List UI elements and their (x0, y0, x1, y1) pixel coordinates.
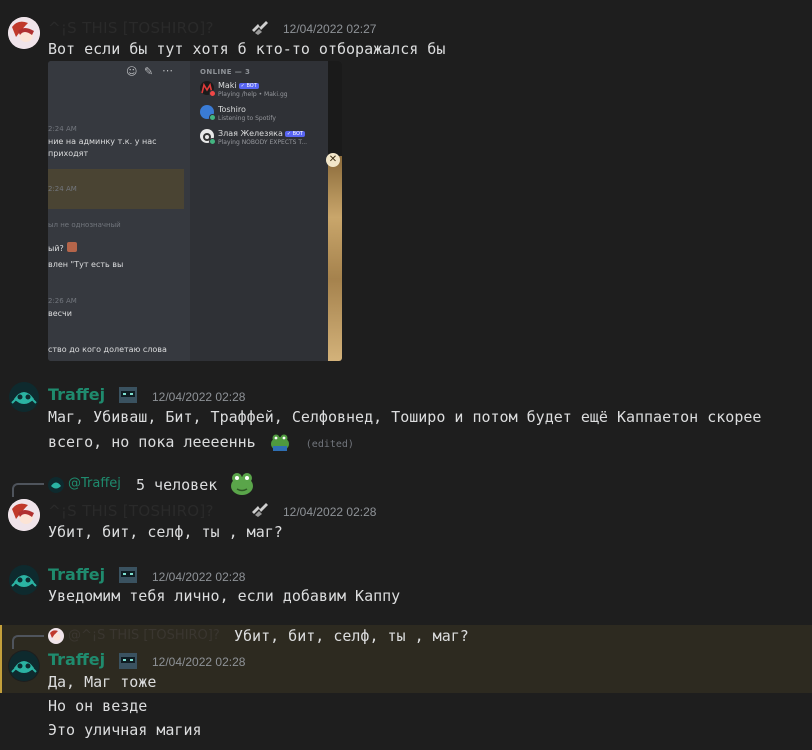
avatar-traffej[interactable] (8, 650, 40, 682)
message-text: Уведомим тебя лично, если добавим Каппу (48, 587, 401, 605)
username[interactable]: Traffej (48, 650, 105, 669)
frog-emoji-icon (228, 469, 256, 501)
reply-avatar (48, 628, 64, 644)
embedded-screenshot[interactable]: ☺ ✎ ⋯ 2:24 AM ние на админку т.к. у нас … (48, 61, 342, 361)
members-header: ONLINE — 3 (200, 68, 251, 76)
avatar-traffej[interactable] (8, 564, 40, 596)
username[interactable]: Traffej (48, 385, 105, 404)
timestamp: 12/04/2022 02:28 (152, 390, 246, 404)
timestamp: 12/04/2022 02:27 (283, 22, 377, 36)
embed-time: 2:24 AM (48, 185, 77, 193)
avatar-toshiro[interactable] (8, 17, 40, 49)
member-status: Listening to Spotify (218, 115, 276, 122)
message-text: Убит, бит, селф, ты , маг? (48, 523, 283, 541)
reply-mention[interactable]: @Traffej (68, 476, 121, 491)
member-status: Playing NOBODY EXPECTS T... (218, 139, 308, 146)
embed-time: 2:24 AM (48, 125, 77, 133)
member-name: Maki ✓ BOT (218, 81, 259, 90)
reply-preview[interactable]: 5 человек (136, 476, 217, 494)
message-text-line2: всего, но пока лееееннь (edited) (48, 432, 354, 456)
reply-mention[interactable]: @^¡S THIS [TOSHIRO]? (68, 628, 220, 643)
add-reaction-icon: ☺ (126, 65, 138, 78)
embed-member-list: ONLINE — 3 Maki ✓ BOT Playing /help • Mak… (190, 61, 328, 361)
status-dot (209, 138, 216, 145)
embed-time: 2:26 AM (48, 297, 77, 305)
edited-label: (edited) (305, 439, 354, 450)
timestamp: 12/04/2022 02:28 (283, 505, 377, 519)
role-icon (250, 18, 270, 38)
role-icon (118, 651, 138, 671)
username[interactable]: ^¡S THIS [TOSHIRO]? (48, 19, 214, 37)
member-status: Playing /help • Maki.gg (218, 91, 288, 98)
frog-emoji-icon (269, 432, 291, 456)
message-text: Да, Маг тоже (48, 673, 157, 691)
message-text: Вот если бы тут хотя б кто-то отборажалс… (48, 40, 446, 58)
member-name: Злая Железяка ✓ BOT (218, 129, 305, 138)
username[interactable]: Traffej (48, 565, 105, 584)
username[interactable]: ^¡S THIS [TOSHIRO]? (48, 502, 214, 520)
message-text: Маг, Убиваш, Бит, Траффей, Селфовнед, То… (48, 408, 762, 426)
embed-line: ство до кого долетаю слова (48, 345, 167, 354)
reply-connector (12, 635, 44, 649)
avatar-toshiro[interactable] (8, 499, 40, 531)
message-text: Но он везде (48, 697, 148, 715)
reply-avatar (48, 477, 64, 493)
edit-icon: ✎ (144, 65, 154, 78)
avatar-traffej[interactable] (8, 381, 40, 413)
message-text: всего, но пока лееееннь (48, 433, 256, 451)
embed-wood-panel (328, 156, 342, 361)
embed-line: влен "Тут есть вы (48, 260, 124, 269)
role-icon (118, 385, 138, 405)
role-icon (118, 565, 138, 585)
reply-connector (12, 483, 44, 497)
role-icon (250, 500, 270, 520)
reply-preview[interactable]: Убит, бит, селф, ты , маг? (234, 627, 469, 645)
status-dot (209, 90, 216, 97)
embed-line: ние на админку т.к. у нас (48, 137, 157, 146)
embed-time: ыл не однозначный (48, 221, 121, 229)
close-icon[interactable]: ✕ (326, 153, 340, 167)
status-dot (209, 114, 216, 121)
emoji-icon (67, 242, 77, 252)
message-text: Это уличная магия (48, 721, 202, 739)
embed-line: приходят (48, 149, 89, 158)
timestamp: 12/04/2022 02:28 (152, 570, 246, 584)
timestamp: 12/04/2022 02:28 (152, 655, 246, 669)
member-name: Toshiro (218, 105, 246, 114)
embed-line: весчи (48, 309, 72, 318)
embed-line: ый? (48, 244, 64, 253)
embed-chat-column: ☺ ✎ ⋯ 2:24 AM ние на админку т.к. у нас … (48, 61, 186, 361)
more-icon: ⋯ (162, 64, 173, 77)
